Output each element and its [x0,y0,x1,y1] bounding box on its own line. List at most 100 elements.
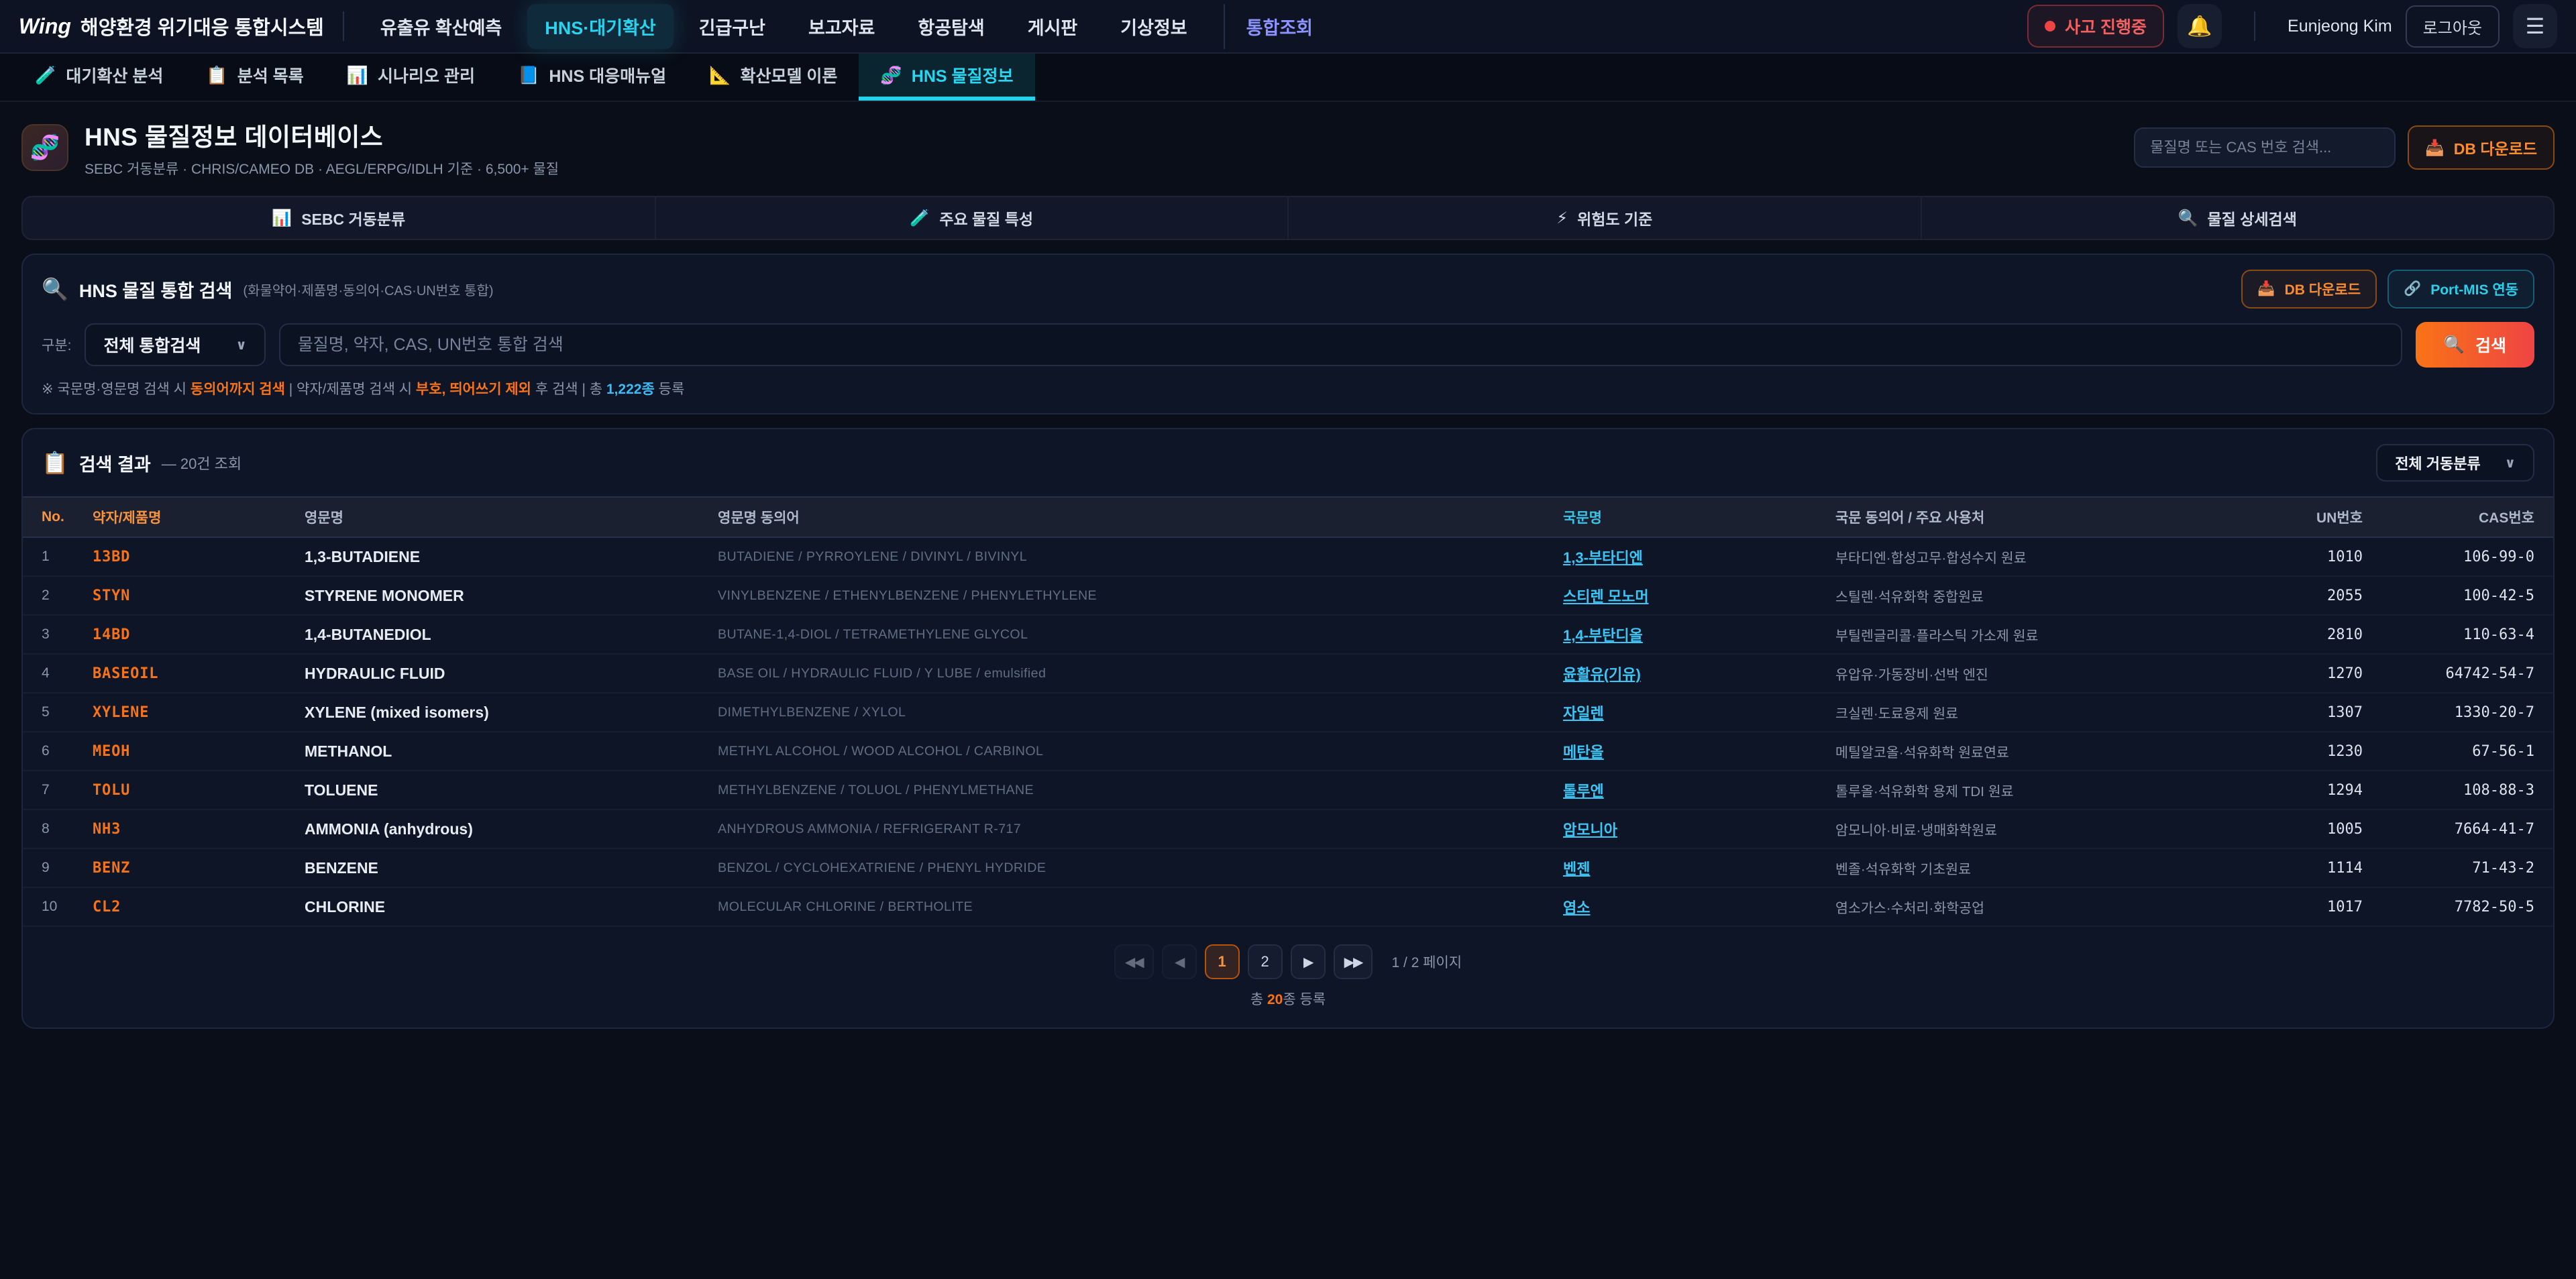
cell-english-name: METHANOL [305,742,707,761]
cell-abbreviation: STYN [93,588,294,604]
section-icon: ⚡ [1556,209,1568,228]
hamburger-icon: ☰ [2526,13,2545,39]
tab[interactable]: 📋 분석 목록 [184,54,325,101]
cell-english-name: CHLORINE [305,898,707,916]
tab[interactable]: 📐 확산모델 이론 [688,54,859,101]
cell-korean-name-link[interactable]: 1,4-부탄디올 [1563,624,1825,645]
db-download-small-button[interactable]: 📥 DB 다운로드 [2241,270,2377,309]
hamburger-menu-button[interactable]: ☰ [2513,4,2557,48]
portmis-link-button[interactable]: 🔗 Port-MIS 연동 [2387,270,2534,309]
nav-item[interactable]: 보고자료 [791,4,892,49]
cell-korean-name-link[interactable]: 자일렌 [1563,702,1825,723]
incident-dot-icon [2045,21,2055,32]
cell-english-name: BENZENE [305,859,707,877]
nav-item[interactable]: 긴급구난 [682,4,783,49]
tab[interactable]: 🧪 대기확산 분석 [13,54,184,101]
page-button[interactable]: ◀◀ [1114,944,1154,979]
tab-icon: 📊 [347,65,368,86]
cell-english-name: 1,4-BUTANEDIOL [305,626,707,644]
dna-icon: 🧬 [21,124,68,171]
user-name: Eunjeong Kim [2288,17,2392,36]
cell-korean-name-link[interactable]: 암모니아 [1563,818,1825,840]
hint-part: | 약자/제품명 검색 시 [285,382,416,397]
cell-abbreviation: 13BD [93,549,294,565]
page-button[interactable]: 1 [1205,944,1240,979]
nav-item[interactable]: 유출유 확산예측 [363,4,519,49]
page-title-block: HNS 물질정보 데이터베이스 SEBC 거동분류 · CHRIS/CAMEO … [85,117,559,178]
cell-cas-number: 71-43-2 [2373,860,2534,877]
cell-korean-name-link[interactable]: 염소 [1563,896,1825,917]
cell-abbreviation: MEOH [93,743,294,760]
search-heading: HNS 물질 통합 검색 [79,276,233,302]
tab[interactable]: 📊 시나리오 관리 [325,54,496,101]
table-row: 10 CL2 CHLORINE MOLECULAR CHLORINE / BER… [23,888,2553,927]
page-subtitle: SEBC 거동분류 · CHRIS/CAMEO DB · AEGL/ERPG/I… [85,158,559,178]
download-icon: 📥 [2257,281,2275,297]
section-icon: 🧪 [910,209,930,228]
cell-korean-name-link[interactable]: 1,3-부타디엔 [1563,546,1825,567]
cell-english-synonyms: MOLECULAR CHLORINE / BERTHOLITE [718,899,1552,915]
tab[interactable]: 🧬 HNS 물질정보 [859,54,1034,101]
section-link[interactable]: 📊 SEBC 거동분류 [23,197,655,239]
chevron-down-icon: ∨ [2505,455,2516,471]
search-button[interactable]: 🔍 검색 [2416,322,2534,368]
results-header: 📋 검색 결과 — 20건 조회 전체 거동분류 ∨ [23,429,2553,496]
cell-cas-number: 64742-54-7 [2373,665,2534,682]
nav-item[interactable]: 항공탐색 [900,4,1002,49]
page-button[interactable]: 2 [1248,944,1283,979]
cell-korean-synonyms: 메틸알코올·석유화학 원료연료 [1835,741,2224,761]
cell-no: 3 [42,626,82,643]
logout-button[interactable]: 로그아웃 [2406,5,2500,48]
cell-un-number: 2810 [2235,626,2363,643]
cell-english-synonyms: ANHYDROUS AMMONIA / REFRIGERANT R-717 [718,822,1552,837]
nav-item[interactable]: 통합조회 [1224,4,1330,49]
cell-abbreviation: TOLU [93,782,294,799]
cell-un-number: 1270 [2235,665,2363,682]
cell-no: 7 [42,782,82,798]
page-button[interactable]: ▶▶ [1334,944,1373,979]
table-row: 5 XYLENE XYLENE (mixed isomers) DIMETHYL… [23,693,2553,732]
hint-part: 후 검색 | 총 [531,382,606,397]
main-nav: 유출유 확산예측HNS·대기확산긴급구난보고자료항공탐색게시판기상정보 통합조회 [363,4,1330,49]
cell-english-synonyms: BENZOL / CYCLOHEXATRIENE / PHENYL HYDRID… [718,860,1552,876]
incident-status-badge[interactable]: 사고 진행중 [2027,5,2164,48]
db-download-button[interactable]: 📥 DB 다운로드 [2408,125,2555,170]
table-row: 6 MEOH METHANOL METHYL ALCOHOL / WOOD AL… [23,732,2553,771]
nav-item[interactable]: HNS·대기확산 [527,4,673,49]
bell-icon: 🔔 [2187,15,2212,38]
results-filter-wrap: 전체 거동분류 ∨ [2376,444,2534,482]
unified-search-input[interactable] [279,323,2402,366]
quick-search-input[interactable] [2134,127,2396,168]
app-title: 해양환경 위기대응 통합시스템 [80,12,324,40]
notification-bell-button[interactable]: 🔔 [2178,4,2222,48]
cell-korean-synonyms: 암모니아·비료·냉매화학원료 [1835,819,2224,839]
cell-korean-name-link[interactable]: 메탄올 [1563,740,1825,762]
cell-un-number: 1230 [2235,743,2363,760]
page-button[interactable]: ▶ [1291,944,1326,979]
top-navbar: Wing 해양환경 위기대응 통합시스템 유출유 확산예측HNS·대기확산긴급구… [0,0,2576,54]
search-type-select[interactable]: 전체 통합검색 ∨ [85,323,265,366]
cell-korean-synonyms: 부타디엔·합성고무·합성수지 원료 [1835,547,2224,567]
page-button[interactable]: ◀ [1162,944,1197,979]
cell-korean-name-link[interactable]: 윤활유(기유) [1563,663,1825,684]
cell-korean-synonyms: 크실렌·도료용제 원료 [1835,702,2224,722]
column-header: 약자/제품명 [93,507,294,527]
cell-korean-name-link[interactable]: 스티렌 모노머 [1563,585,1825,606]
tab-icon: 🧪 [35,65,56,86]
search-icon: 🔍 [2444,335,2465,355]
cell-korean-name-link[interactable]: 톨루엔 [1563,779,1825,801]
cell-cas-number: 106-99-0 [2373,549,2534,565]
section-link[interactable]: 🧪 주요 물질 특성 [655,197,1288,239]
section-icon: 📊 [272,209,292,228]
nav-item[interactable]: 게시판 [1010,4,1095,49]
section-link[interactable]: ⚡ 위험도 기준 [1287,197,1921,239]
table-row: 9 BENZ BENZENE BENZOL / CYCLOHEXATRIENE … [23,849,2553,888]
cell-korean-name-link[interactable]: 벤젠 [1563,857,1825,879]
search-panel: 🔍 HNS 물질 통합 검색 (화물약어·제품명·동의어·CAS·UN번호 통합… [21,254,2555,414]
nav-item[interactable]: 기상정보 [1103,4,1204,49]
behavior-filter-select[interactable]: 전체 거동분류 ∨ [2376,444,2534,482]
cell-un-number: 1307 [2235,704,2363,721]
tab[interactable]: 📘 HNS 대응매뉴얼 [496,54,688,101]
cell-english-synonyms: METHYL ALCOHOL / WOOD ALCOHOL / CARBINOL [718,744,1552,759]
section-link[interactable]: 🔍 물질 상세검색 [1921,197,2554,239]
